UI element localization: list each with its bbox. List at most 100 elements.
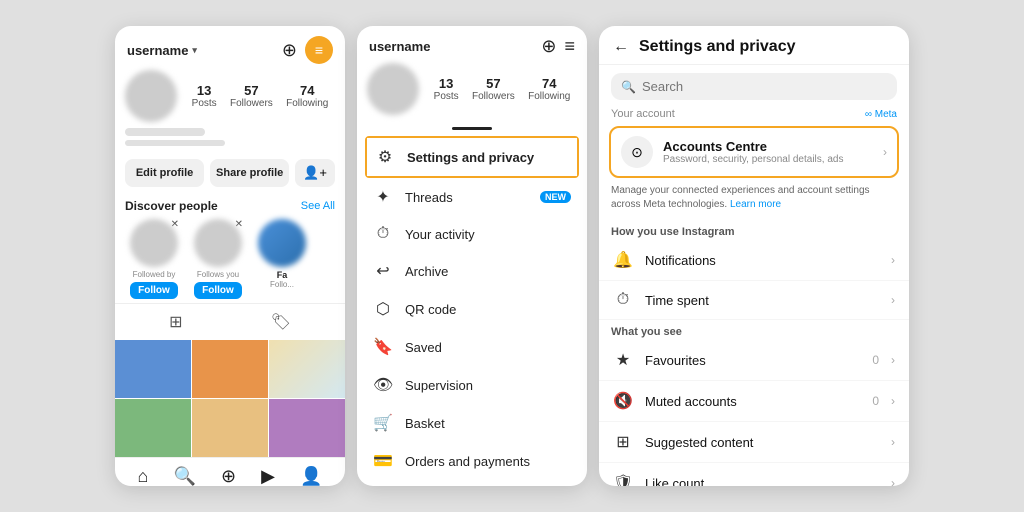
suggested-chevron: › (891, 435, 895, 449)
basket-icon: 🛒 (373, 413, 393, 433)
meta-label: ∞ Meta (865, 109, 897, 120)
your-account-label: Your account (611, 108, 675, 120)
share-profile-button[interactable]: Share profile (210, 159, 289, 187)
bottom-nav: ⌂ 🔍 ⊕ ▶ 👤 (115, 457, 345, 486)
learn-more-link[interactable]: Learn more (730, 199, 781, 210)
favourites-value: 0 (872, 353, 879, 367)
accounts-centre-item[interactable]: ⊙ Accounts Centre Password, security, pe… (609, 126, 899, 178)
your-activity-item[interactable]: ⏱ Your activity (357, 216, 587, 252)
edit-profile-button[interactable]: Edit profile (125, 159, 204, 187)
discover-avatars: ✕ Followed by Follow ✕ Follows you Follo… (125, 219, 335, 299)
back-button[interactable]: ← (613, 38, 629, 56)
menu-handle (452, 127, 492, 130)
like-count-item[interactable]: 🛡 Like count › (599, 463, 909, 486)
thumb-2 (192, 340, 268, 398)
basket-item[interactable]: 🛒 Basket (357, 404, 587, 442)
time-spent-icon: ⏱ (613, 291, 633, 309)
qr-code-item[interactable]: ⬡ QR code (357, 290, 587, 328)
saved-item[interactable]: 🔖 Saved (357, 328, 587, 366)
tag-view-icon[interactable]: 🏷 (271, 312, 291, 332)
archive-label: Archive (405, 264, 571, 279)
saved-label: Saved (405, 340, 571, 355)
settings-search-bar[interactable]: 🔍 (611, 73, 897, 100)
profile-header: username ▾ ⊕ ≡ (115, 26, 345, 70)
what-you-see-header: What you see (599, 320, 909, 340)
favourites-settings-item[interactable]: ★ Favourites 0 › (599, 340, 909, 381)
settings-title: Settings and privacy (639, 38, 796, 56)
supervision-label: Supervision (405, 378, 571, 393)
nav-reels-icon[interactable]: ▶ (261, 466, 275, 486)
accounts-centre-subtitle: Password, security, personal details, ad… (663, 154, 873, 165)
like-count-icon: 🛡 (613, 473, 633, 486)
add-icon-menu[interactable]: ⊕ (541, 36, 556, 57)
menu-stat-posts: 13 Posts (434, 76, 459, 102)
suggested-content-item[interactable]: ⊞ Suggested content › (599, 422, 909, 463)
orders-payments-label: Orders and payments (405, 454, 571, 469)
discover-title: Discover people (125, 199, 218, 213)
follow-button-2[interactable]: Follow (194, 282, 242, 299)
see-all-link[interactable]: See All (301, 200, 335, 212)
threads-icon: ✦ (373, 187, 393, 207)
thumb-3 (269, 340, 345, 398)
meta-verified-item[interactable]: ✓ Meta Verified (357, 480, 587, 486)
search-icon: 🔍 (621, 80, 636, 94)
notifications-item[interactable]: 🔔 Notifications › (599, 240, 909, 281)
search-input[interactable] (642, 79, 887, 94)
supervision-icon: 👁 (373, 375, 393, 395)
profile-username: username ▾ (127, 43, 197, 58)
settings-icon: ⚙ (375, 147, 395, 167)
accounts-centre-chevron: › (883, 145, 887, 159)
time-spent-item[interactable]: ⏱ Time spent › (599, 281, 909, 320)
menu-lines-icon[interactable]: ≡ (564, 36, 575, 57)
qr-code-label: QR code (405, 302, 571, 317)
threads-label: Threads (405, 190, 528, 205)
archive-item[interactable]: ↩ Archive (357, 252, 587, 290)
accounts-centre-description: Manage your connected experiences and ac… (599, 184, 909, 220)
time-spent-chevron: › (891, 293, 895, 307)
thumb-4 (115, 399, 191, 457)
your-account-row: Your account ∞ Meta (599, 108, 909, 124)
panel-profile: username ▾ ⊕ ≡ 13 Posts 57 Followers (115, 26, 345, 486)
discover-sub-1: Followed by (133, 270, 176, 279)
threads-item[interactable]: ✦ Threads NEW (357, 178, 587, 216)
username-text: username (127, 43, 188, 58)
menu-icon[interactable]: ≡ (305, 36, 333, 64)
follow-button-1[interactable]: Follow (130, 282, 178, 299)
add-person-button[interactable]: 👤+ (295, 159, 335, 187)
nav-add-icon[interactable]: ⊕ (221, 466, 236, 486)
discover-avatar-1 (130, 219, 178, 267)
thumb-6 (269, 399, 345, 457)
nav-profile-icon[interactable]: 👤 (300, 466, 322, 486)
muted-accounts-item[interactable]: 🔇 Muted accounts 0 › (599, 381, 909, 422)
username-chevron: ▾ (192, 45, 197, 56)
favourites-s-icon: ★ (613, 350, 633, 370)
settings-privacy-label: Settings and privacy (407, 150, 569, 165)
panel-settings: ← Settings and privacy 🔍 Your account ∞ … (599, 26, 909, 486)
settings-privacy-item[interactable]: ⚙ Settings and privacy (367, 138, 577, 176)
orders-payments-item[interactable]: 💳 Orders and payments (357, 442, 587, 480)
supervision-item[interactable]: 👁 Supervision (357, 366, 587, 404)
add-icon[interactable]: ⊕ (282, 40, 297, 61)
favourites-s-label: Favourites (645, 353, 860, 368)
new-badge: NEW (540, 191, 571, 203)
discover-sub-3: Follo... (270, 280, 294, 289)
nav-search-icon[interactable]: 🔍 (173, 466, 195, 486)
grid-view-icon[interactable]: ⊞ (169, 312, 182, 332)
discover-header: Discover people See All (125, 199, 335, 213)
muted-value: 0 (872, 394, 879, 408)
discover-avatar-2 (194, 219, 242, 267)
notifications-icon: 🔔 (613, 250, 633, 270)
orders-icon: 💳 (373, 451, 393, 471)
discover-section: Discover people See All ✕ Followed by Fo… (115, 193, 345, 303)
muted-chevron: › (891, 394, 895, 408)
like-count-label: Like count (645, 476, 879, 487)
nav-home-icon[interactable]: ⌂ (138, 466, 149, 486)
avatar (125, 70, 177, 122)
stat-following: 74 Following (286, 83, 328, 109)
saved-icon: 🔖 (373, 337, 393, 357)
thumb-5 (192, 399, 268, 457)
menu-avatar (367, 63, 419, 115)
profile-grid (115, 340, 345, 457)
notifications-label: Notifications (645, 253, 879, 268)
menu-header: username ⊕ ≡ (357, 26, 587, 63)
